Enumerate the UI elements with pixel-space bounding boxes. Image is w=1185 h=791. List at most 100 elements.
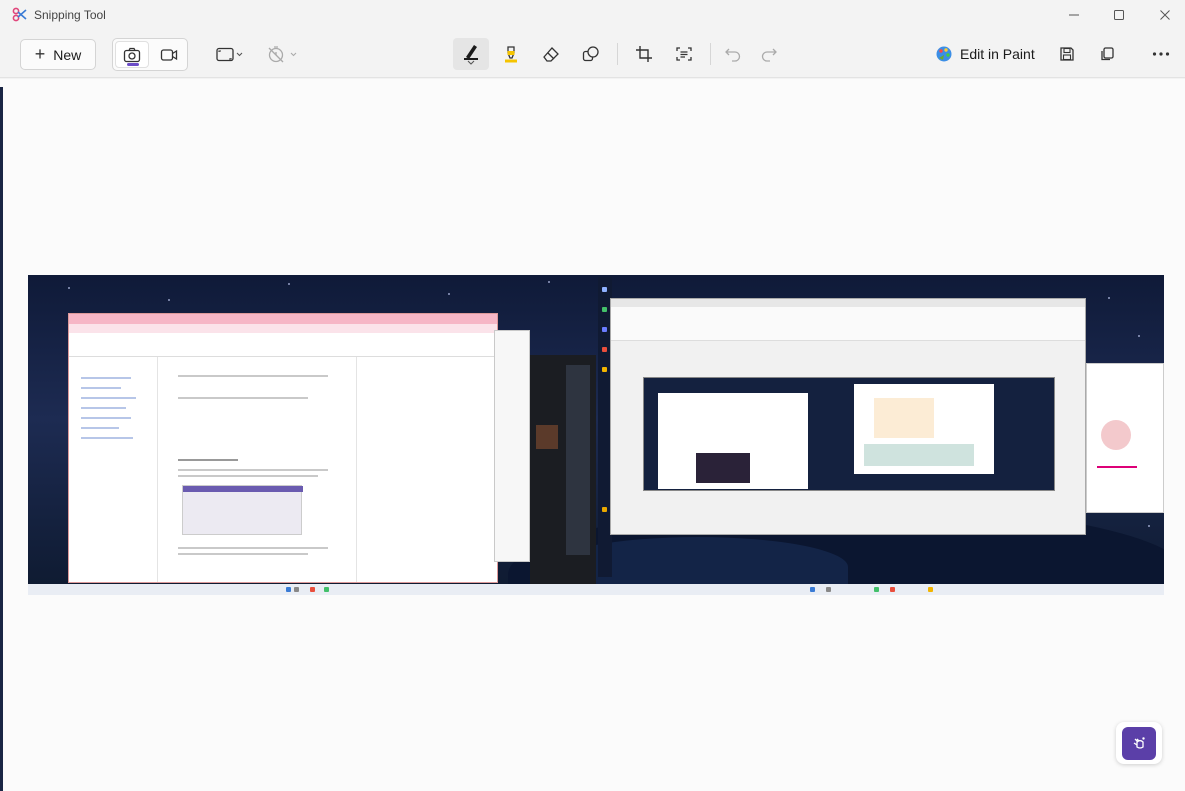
copilot-button[interactable] xyxy=(1116,722,1162,764)
text-actions-icon xyxy=(676,47,692,61)
close-icon xyxy=(1160,10,1170,20)
maximize-button[interactable] xyxy=(1096,0,1142,30)
thumb-line xyxy=(178,469,328,471)
star xyxy=(1148,525,1150,527)
thumb-app-icon xyxy=(602,347,607,352)
thumb-line xyxy=(178,553,308,555)
thumb-embedded-image xyxy=(182,485,303,535)
title-bar: Snipping Tool xyxy=(0,0,1185,30)
undo-button[interactable] xyxy=(719,39,747,69)
captured-screenshot[interactable] xyxy=(28,275,1164,595)
ballpoint-pen-icon xyxy=(464,45,478,65)
copilot-icon xyxy=(1122,726,1156,760)
thumb-line xyxy=(178,459,238,461)
minimize-button[interactable] xyxy=(1051,0,1097,30)
thumb-line xyxy=(81,437,133,439)
crop-icon xyxy=(636,46,652,62)
thumb-taskbar-icon xyxy=(810,587,815,592)
more-options-icon xyxy=(1152,52,1170,56)
save-icon xyxy=(1060,47,1074,61)
thumb-line xyxy=(81,387,121,389)
copy-icon xyxy=(1101,47,1114,61)
thumb-dark-app xyxy=(530,355,596,585)
video-mode-button[interactable] xyxy=(152,41,186,68)
screenshot-mode-button[interactable] xyxy=(115,41,149,68)
thumb-line xyxy=(81,377,131,379)
delay-dropdown[interactable] xyxy=(262,39,302,69)
thumb-taskbar-icon xyxy=(310,587,315,592)
background-window-edge xyxy=(0,87,3,791)
shapes-icon xyxy=(582,46,599,62)
thumb-taskbar-icon xyxy=(890,587,895,592)
redo-button[interactable] xyxy=(755,39,783,69)
new-snip-label: New xyxy=(53,46,82,63)
star xyxy=(68,287,70,289)
close-button[interactable] xyxy=(1142,0,1185,30)
thumb-nested-card xyxy=(874,398,934,438)
window-title: Snipping Tool xyxy=(34,8,106,22)
star xyxy=(448,293,450,295)
video-camera-icon xyxy=(160,48,178,61)
toolbar-divider xyxy=(617,43,618,65)
thumb-doc-toolbar xyxy=(69,333,497,357)
star xyxy=(1138,335,1140,337)
thumb-nested-window xyxy=(854,384,994,474)
text-actions-button[interactable] xyxy=(669,39,699,69)
snip-shape-dropdown[interactable] xyxy=(204,39,248,69)
thumb-taskbar-icon xyxy=(324,587,329,592)
thumb-bar xyxy=(183,486,303,492)
plus-icon: + xyxy=(34,43,46,64)
thumb-app-icon xyxy=(602,287,607,292)
thumb-side-window xyxy=(494,330,530,562)
crop-button[interactable] xyxy=(629,39,659,69)
redo-icon xyxy=(761,48,777,62)
thumb-taskbar-icon xyxy=(928,587,933,592)
eraser-icon xyxy=(543,47,559,62)
thumb-album-art xyxy=(536,425,558,449)
highlighter-icon xyxy=(505,46,517,63)
thumb-nested-window xyxy=(696,453,750,483)
snipping-tool-icon xyxy=(12,7,27,22)
save-button[interactable] xyxy=(1052,39,1082,69)
minimize-icon xyxy=(1069,14,1079,16)
thumb-nested-screenshot xyxy=(643,377,1055,491)
more-options-button[interactable] xyxy=(1146,39,1176,69)
camera-icon xyxy=(123,47,141,62)
star xyxy=(288,283,290,285)
eraser-tool-button[interactable] xyxy=(536,39,566,69)
thumb-paint-ribbon xyxy=(611,307,1085,341)
thumb-mixer xyxy=(566,365,590,555)
thumb-illustration xyxy=(1101,420,1131,450)
edit-in-paint-label: Edit in Paint xyxy=(960,46,1035,62)
thumb-line xyxy=(1097,466,1137,468)
copy-button[interactable] xyxy=(1092,39,1122,69)
thumb-line xyxy=(81,407,126,409)
thumb-title-strip xyxy=(611,299,1085,307)
rectangle-snip-icon xyxy=(216,47,243,62)
thumb-line xyxy=(81,417,131,419)
thumb-doc-outline xyxy=(69,357,157,582)
shapes-tool-button[interactable] xyxy=(576,39,606,69)
thumb-line xyxy=(81,427,119,429)
thumb-browser-window xyxy=(68,313,498,583)
thumb-app-icon xyxy=(602,307,607,312)
maximize-icon xyxy=(1114,10,1124,20)
thumb-right-window xyxy=(1086,363,1164,513)
thumb-paint-window xyxy=(610,298,1086,535)
thumb-app-icon xyxy=(602,507,607,512)
thumb-app-icon xyxy=(602,367,607,372)
new-snip-button[interactable]: + New xyxy=(20,39,96,70)
highlighter-tool-button[interactable] xyxy=(496,39,526,69)
pen-tool-button[interactable] xyxy=(453,38,489,70)
active-mode-indicator xyxy=(127,63,139,66)
thumb-taskbar xyxy=(28,584,1164,595)
thumb-nested-card xyxy=(864,444,974,466)
toolbar: + New Edit in Paint xyxy=(0,30,1185,78)
edit-in-paint-button[interactable]: Edit in Paint xyxy=(930,39,1040,69)
thumb-app-icon xyxy=(602,327,607,332)
capture-mode-toggle xyxy=(112,38,188,71)
thumb-taskbar-icon xyxy=(294,587,299,592)
thumb-taskbar-icon xyxy=(874,587,879,592)
timer-off-icon xyxy=(268,46,297,63)
paint-icon xyxy=(936,46,952,62)
